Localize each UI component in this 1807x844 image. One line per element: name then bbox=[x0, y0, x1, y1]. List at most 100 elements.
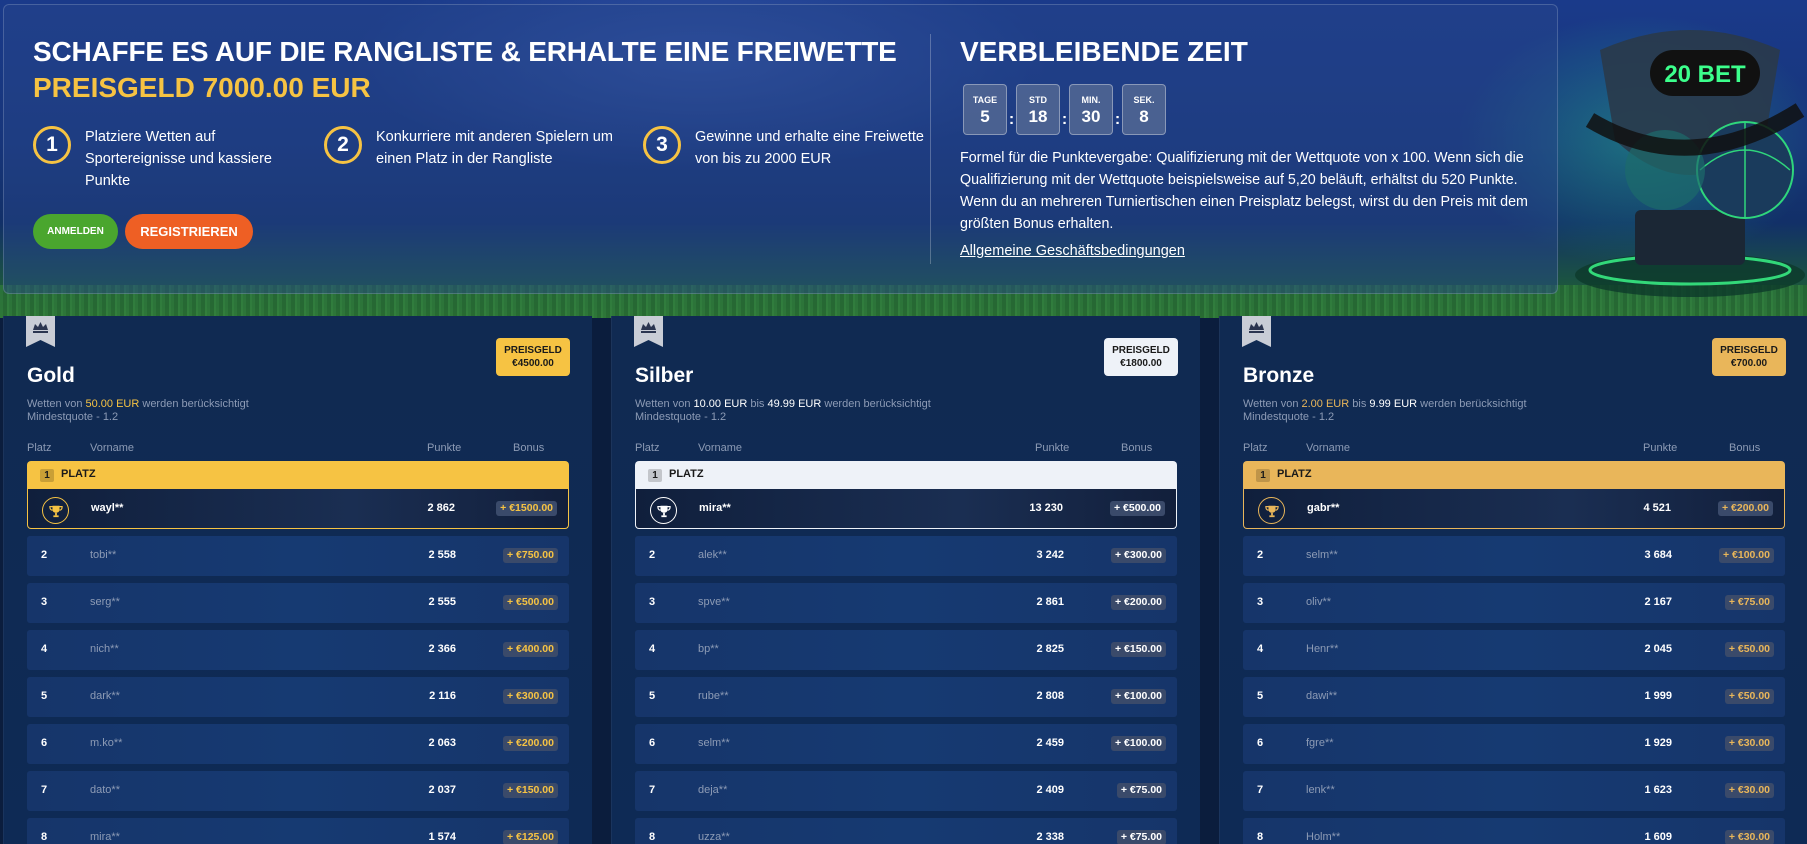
row-position: 6 bbox=[1257, 737, 1264, 749]
row-bonus: + €400.00 bbox=[502, 642, 558, 657]
countdown-timer: TAGE 5 : STD 18 : MIN. 30 : SEK. 8 bbox=[963, 84, 1166, 135]
table-row[interactable]: 4 Henr** 2 045 + €50.00 bbox=[1243, 630, 1785, 670]
column-headers: Platz Vorname Punkte Bonus bbox=[635, 442, 1178, 456]
row-points: 2 037 bbox=[428, 784, 456, 796]
place-label: PLATZ bbox=[669, 468, 704, 480]
row-bonus: + €150.00 bbox=[502, 783, 558, 798]
row-bonus: + €100.00 bbox=[1110, 736, 1166, 751]
timer-days-value: 5 bbox=[980, 107, 990, 126]
table-row[interactable]: 5 rube** 2 808 + €100.00 bbox=[635, 677, 1177, 717]
table-row[interactable]: 6 m.ko** 2 063 + €200.00 bbox=[27, 724, 569, 764]
row-position: 7 bbox=[41, 784, 48, 796]
prize-badge: PREISGELD €1800.00 bbox=[1104, 338, 1178, 376]
table-row[interactable]: 3 serg** 2 555 + €500.00 bbox=[27, 583, 569, 623]
table-row[interactable]: 5 dawi** 1 999 + €50.00 bbox=[1243, 677, 1785, 717]
row-position: 8 bbox=[1257, 831, 1264, 843]
row-position: 8 bbox=[41, 831, 48, 843]
col-bonus: Bonus bbox=[1121, 442, 1153, 454]
table-row[interactable]: 8 uzza** 2 338 + €75.00 bbox=[635, 818, 1177, 844]
row-position: 8 bbox=[649, 831, 656, 843]
table-row[interactable]: 8 mira** 1 574 + €125.00 bbox=[27, 818, 569, 844]
table-row[interactable]: 6 selm** 2 459 + €100.00 bbox=[635, 724, 1177, 764]
leaderboard-gold: Gold PREISGELD €4500.00 Wetten von 50.00 EU… bbox=[3, 316, 592, 844]
trophy-icon bbox=[1258, 497, 1285, 524]
row-name: m.ko** bbox=[90, 737, 123, 749]
login-button[interactable]: ANMELDEN bbox=[33, 214, 118, 249]
condition-from: 10.00 EUR bbox=[693, 398, 748, 410]
row-bonus: + €750.00 bbox=[502, 548, 558, 563]
row-position: 2 bbox=[41, 549, 48, 561]
row-points: 2 862 bbox=[427, 502, 455, 514]
timer-hours: STD 18 bbox=[1016, 84, 1060, 135]
step-text: Konkurriere mit anderen Spielern um eine… bbox=[376, 129, 613, 167]
timer-seconds-value: 8 bbox=[1139, 107, 1149, 126]
row-points: 2 338 bbox=[1036, 831, 1064, 843]
table-row[interactable]: mira** 13 230 + €500.00 bbox=[635, 489, 1177, 529]
row-points: 4 521 bbox=[1643, 502, 1671, 514]
table-row[interactable]: gabr** 4 521 + €200.00 bbox=[1243, 489, 1785, 529]
row-position: 2 bbox=[1257, 549, 1264, 561]
row-name: selm** bbox=[1306, 549, 1338, 561]
step-3: 3 Gewinne und erhalte eine Freiwette von… bbox=[643, 126, 925, 170]
row-points: 2 555 bbox=[428, 596, 456, 608]
terms-link[interactable]: Allgemeine Geschäftsbedingungen bbox=[960, 243, 1185, 259]
first-place-banner: 1 PLATZ bbox=[27, 461, 569, 489]
row-bonus: + €1500.00 bbox=[496, 501, 557, 516]
condition-prefix: Wetten von bbox=[635, 398, 694, 410]
trophy-icon bbox=[42, 497, 69, 524]
table-row[interactable]: 5 dark** 2 116 + €300.00 bbox=[27, 677, 569, 717]
row-points: 3 684 bbox=[1644, 549, 1672, 561]
row-position: 7 bbox=[649, 784, 656, 796]
table-row[interactable]: wayl** 2 862 + €1500.00 bbox=[27, 489, 569, 529]
row-position: 6 bbox=[41, 737, 48, 749]
table-row[interactable]: 2 selm** 3 684 + €100.00 bbox=[1243, 536, 1785, 576]
condition-suffix: werden berücksichtigt bbox=[139, 398, 249, 410]
condition-to: 9.99 EUR bbox=[1369, 398, 1418, 410]
place-number: 1 bbox=[40, 469, 54, 482]
row-points: 1 609 bbox=[1644, 831, 1672, 843]
row-name: lenk** bbox=[1306, 784, 1335, 796]
table-row[interactable]: 8 Holm** 1 609 + €30.00 bbox=[1243, 818, 1785, 844]
prize-badge: PREISGELD €4500.00 bbox=[496, 338, 570, 376]
table-row[interactable]: 4 bp** 2 825 + €150.00 bbox=[635, 630, 1177, 670]
table-row[interactable]: 7 lenk** 1 623 + €30.00 bbox=[1243, 771, 1785, 811]
timer-hours-value: 18 bbox=[1028, 107, 1048, 126]
table-row[interactable]: 3 spve** 2 861 + €200.00 bbox=[635, 583, 1177, 623]
row-name: deja** bbox=[698, 784, 728, 796]
table-row[interactable]: 3 oliv** 2 167 + €75.00 bbox=[1243, 583, 1785, 623]
row-points: 13 230 bbox=[1029, 502, 1063, 514]
row-name: dark** bbox=[90, 690, 120, 702]
table-row[interactable]: 7 dato** 2 037 + €150.00 bbox=[27, 771, 569, 811]
col-place: Platz bbox=[27, 442, 52, 454]
row-name: oliv** bbox=[1306, 596, 1332, 608]
row-name: tobi** bbox=[90, 549, 117, 561]
condition-from: 50.00 EUR bbox=[85, 398, 140, 410]
table-row[interactable]: 6 fgre** 1 929 + €30.00 bbox=[1243, 724, 1785, 764]
row-bonus: + €30.00 bbox=[1724, 736, 1774, 751]
row-bonus: + €200.00 bbox=[1110, 595, 1166, 610]
row-name: Henr** bbox=[1306, 643, 1339, 655]
row-position: 6 bbox=[649, 737, 656, 749]
table-row[interactable]: 2 tobi** 2 558 + €750.00 bbox=[27, 536, 569, 576]
row-position: 4 bbox=[1257, 643, 1264, 655]
row-bonus: + €150.00 bbox=[1110, 642, 1166, 657]
row-name: fgre** bbox=[1306, 737, 1334, 749]
condition-suffix: werden berücksichtigt bbox=[821, 398, 931, 410]
condition-mid: bis bbox=[1349, 398, 1370, 410]
hero-divider bbox=[930, 34, 931, 264]
table-row[interactable]: 2 alek** 3 242 + €300.00 bbox=[635, 536, 1177, 576]
row-points: 2 167 bbox=[1644, 596, 1672, 608]
leaderboard-title: Silber bbox=[635, 364, 694, 387]
prize-badge: PREISGELD €700.00 bbox=[1712, 338, 1786, 376]
row-points: 1 574 bbox=[428, 831, 456, 843]
row-points: 2 825 bbox=[1036, 643, 1064, 655]
timer-seconds: SEK. 8 bbox=[1122, 84, 1166, 135]
prize-value: €4500.00 bbox=[512, 358, 554, 369]
table-row[interactable]: 4 nich** 2 366 + €400.00 bbox=[27, 630, 569, 670]
timer-minutes-label: MIN. bbox=[1081, 95, 1101, 105]
table-row[interactable]: 7 deja** 2 409 + €75.00 bbox=[635, 771, 1177, 811]
condition-mid: bis bbox=[747, 398, 768, 410]
register-button[interactable]: REGISTRIEREN bbox=[125, 214, 253, 249]
row-name: dawi** bbox=[1306, 690, 1338, 702]
col-bonus: Bonus bbox=[513, 442, 545, 454]
